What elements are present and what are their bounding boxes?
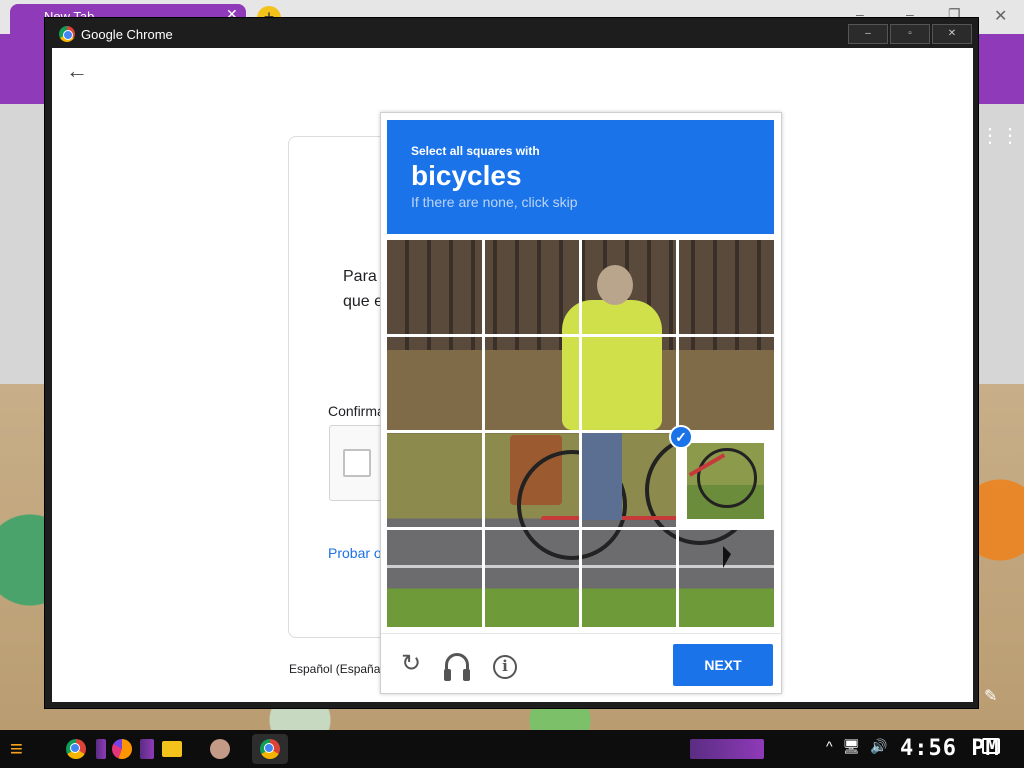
recaptcha-challenge: Select all squares with bicycles If ther… [380, 112, 783, 694]
challenge-footer: ↻ i NEXT [381, 633, 783, 693]
not-robot-checkbox[interactable] [343, 449, 371, 477]
taskbar-file-explorer[interactable] [154, 734, 190, 764]
window-title: Google Chrome [81, 26, 173, 42]
taskbar: ≡ ^ 🖥 🔊 4:56 PM [0, 730, 1024, 768]
next-button[interactable]: NEXT [673, 644, 773, 686]
taskbar-decoration [690, 739, 764, 759]
reload-icon[interactable]: ↻ [397, 650, 425, 678]
taskbar-decoration [140, 739, 154, 759]
folder-icon [162, 741, 182, 757]
chrome-logo-icon [59, 26, 75, 42]
minimize-button[interactable]: – [848, 24, 888, 44]
challenge-target: bicycles [411, 160, 522, 191]
try-another-way-link[interactable]: Probar o [328, 545, 382, 561]
selected-tile[interactable]: ✓ [669, 425, 774, 527]
back-arrow-icon[interactable]: ← [66, 58, 88, 84]
chrome-logo-icon [260, 739, 280, 759]
chrome-logo-icon [66, 739, 86, 759]
confirm-label: Confirma [328, 403, 385, 419]
selected-tile-image [687, 443, 764, 519]
window-controls: – ▫ ✕ [848, 24, 972, 44]
page-text-line1: Para [343, 268, 377, 285]
challenge-instruction: Select all squares with [411, 144, 540, 158]
headphones-icon[interactable] [443, 650, 471, 681]
challenge-hint: If there are none, click skip [411, 194, 578, 210]
volume-icon[interactable]: 🔊 [870, 738, 887, 755]
mouse-cursor-icon [723, 546, 731, 568]
maximize-button[interactable]: ▫ [890, 24, 930, 44]
network-icon[interactable]: 🖥 [843, 738, 861, 755]
notification-icon[interactable] [982, 738, 1000, 754]
challenge-header: Select all squares with bicycles If ther… [387, 120, 774, 234]
language-selector[interactable]: Español (España [289, 662, 380, 676]
close-button[interactable]: ✕ [932, 24, 972, 44]
selected-check-icon: ✓ [669, 425, 693, 449]
taskbar-avatar-app[interactable] [202, 734, 238, 764]
info-icon[interactable]: i [491, 650, 519, 679]
taskbar-chrome[interactable] [252, 734, 288, 764]
taskbar-firefox[interactable] [104, 734, 140, 764]
tray-expand-icon[interactable]: ^ [826, 738, 833, 755]
background-close-icon[interactable]: ✕ [994, 6, 1007, 26]
page-text-line2: que e [343, 293, 384, 310]
avatar-icon [210, 739, 230, 759]
taskbar-chrome-alt[interactable] [58, 734, 94, 764]
firefox-icon [112, 739, 132, 759]
apps-grid-icon[interactable]: ⋮⋮ [980, 126, 1020, 148]
selected-tile-wheel [697, 448, 757, 508]
customize-pencil-icon[interactable]: ✎ [984, 686, 1002, 705]
system-tray: ^ 🖥 🔊 [826, 738, 888, 755]
start-button[interactable]: ≡ [10, 736, 38, 762]
image-grid: ✓ [387, 240, 774, 627]
window-title-bar: Google Chrome [59, 26, 173, 42]
